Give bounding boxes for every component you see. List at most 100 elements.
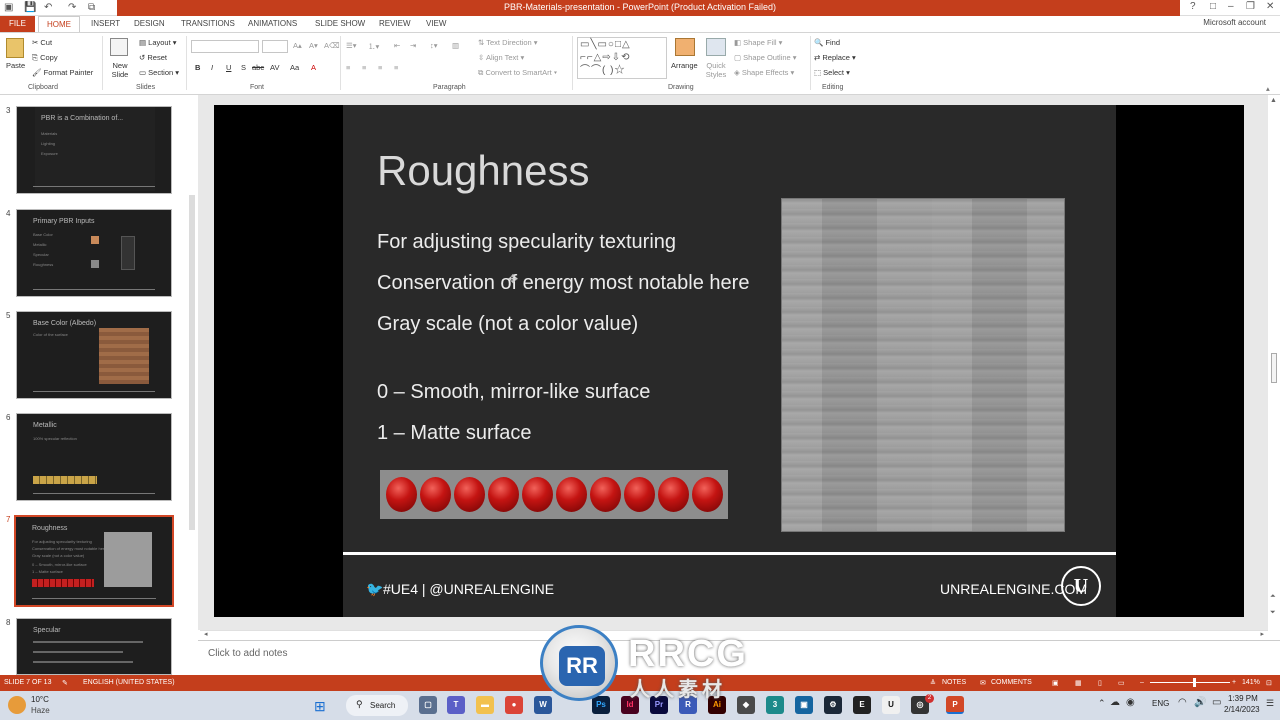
slide-sorter-icon[interactable]: ▦ <box>1075 679 1082 687</box>
numbering-icon[interactable]: ⒈▾ <box>368 41 379 52</box>
next-slide-icon[interactable]: ⏷ <box>1270 609 1276 617</box>
tab-home[interactable]: HOME <box>38 16 80 32</box>
slide-bullet[interactable]: For adjusting specularity texturing <box>377 231 676 254</box>
justify-icon[interactable]: ≡ <box>394 63 398 72</box>
normal-view-icon[interactable]: ▣ <box>1052 679 1059 687</box>
notifications-icon[interactable]: ☰ <box>1266 698 1274 709</box>
shape-effects-button[interactable]: ◈ Shape Effects ▾ <box>734 68 794 77</box>
current-slide[interactable]: Roughness For adjusting specularity text… <box>343 105 1116 617</box>
task-view-app-icon[interactable]: ▢ <box>419 696 437 714</box>
slideshow-view-icon[interactable]: ▭ <box>1118 679 1125 687</box>
clock-time[interactable]: 1:39 PM <box>1228 694 1258 703</box>
slide-thumbnail-6[interactable]: Metallic 100% specular reflection <box>16 413 172 501</box>
shape-fill-button[interactable]: ◧ Shape Fill ▾ <box>734 38 782 47</box>
find-button[interactable]: 🔍 Find <box>814 38 840 47</box>
slide-thumbnail-5[interactable]: Base Color (Albedo) Color of the surface <box>16 311 172 399</box>
battery-icon[interactable]: ▭ <box>1212 697 1221 708</box>
tab-insert[interactable]: INSERT <box>91 19 120 28</box>
shapes-gallery[interactable]: ▭╲▭○□△ ⌐⌐△⇨⇩⟲ ⌒⌒( )☆ <box>577 37 667 79</box>
slide-thumbnail-7[interactable]: Roughness For adjusting specularity text… <box>14 515 174 607</box>
notes-placeholder[interactable]: Click to add notes <box>208 648 288 659</box>
reading-view-icon[interactable]: ▯ <box>1098 679 1102 687</box>
show-hidden-icons-icon[interactable]: ⌃ <box>1098 698 1106 709</box>
windows-start-icon[interactable]: ⊞ <box>314 698 326 715</box>
font-color-button[interactable]: A <box>311 63 316 72</box>
copy-button[interactable]: ⎘ Copy <box>32 53 58 63</box>
teams-app-icon[interactable]: T <box>447 696 465 714</box>
reset-button[interactable]: ↺ Reset <box>139 53 167 62</box>
shadow-button[interactable]: S <box>241 63 246 72</box>
replace-button[interactable]: ⇄ Replace ▾ <box>814 53 856 62</box>
zoom-slider[interactable] <box>1150 682 1230 683</box>
input-language[interactable]: ENG <box>1152 699 1169 708</box>
notes-toggle-icon[interactable]: ≜ <box>930 679 936 687</box>
account-name[interactable]: Microsoft account <box>1203 18 1266 27</box>
zoom-in-icon[interactable]: + <box>1232 679 1236 686</box>
fit-slide-icon[interactable]: ⊡ <box>1266 679 1272 687</box>
decrease-indent-icon[interactable]: ⇤ <box>394 41 400 50</box>
slide-bullet[interactable]: 1 – Matte surface <box>377 422 532 445</box>
3ds-max-app-icon[interactable]: 3 <box>766 696 784 714</box>
undo-icon[interactable]: ↶ <box>44 2 52 13</box>
select-button[interactable]: ⬚ Select ▾ <box>814 68 850 77</box>
columns-icon[interactable]: ▥ <box>452 41 459 50</box>
align-left-icon[interactable]: ≡ <box>346 63 350 72</box>
char-spacing-button[interactable]: AV <box>270 63 279 72</box>
slide-thumbnail-4[interactable]: Primary PBR Inputs Base Color Metallic S… <box>16 209 172 297</box>
layout-button[interactable]: ▤ Layout ▾ <box>139 38 177 47</box>
slide-bullet[interactable]: 0 – Smooth, mirror-like surface <box>377 381 650 404</box>
weather-icon[interactable] <box>8 696 26 714</box>
scroll-up-icon[interactable]: ▲ <box>1270 97 1277 104</box>
font-name-input[interactable] <box>191 40 259 53</box>
zoom-out-icon[interactable]: – <box>1140 679 1144 686</box>
section-button[interactable]: ▭ Section ▾ <box>139 68 179 77</box>
close-icon[interactable]: ✕ <box>1266 1 1274 12</box>
quick-styles-icon[interactable] <box>706 38 726 56</box>
slide-bullet[interactable]: Gray scale (not a color value) <box>377 313 638 336</box>
align-center-icon[interactable]: ≡ <box>362 63 366 72</box>
weather-temp[interactable]: 10°C <box>31 695 49 704</box>
collapse-ribbon-icon[interactable]: ▴ <box>1266 84 1270 93</box>
align-text-button[interactable]: ⇳ Align Text ▾ <box>478 53 524 62</box>
ribbon-display-icon[interactable]: □ <box>1210 1 1216 12</box>
epic-games-app-icon[interactable]: E <box>853 696 871 714</box>
tab-slideshow[interactable]: SLIDE SHOW <box>315 19 365 28</box>
save-icon[interactable]: 💾 <box>24 2 36 13</box>
format-painter-button[interactable]: 🖌 Format Painter <box>32 68 93 77</box>
slide-title[interactable]: Roughness <box>377 147 589 195</box>
font-size-input[interactable] <box>262 40 288 53</box>
thumbnails-scrollbar[interactable] <box>188 100 196 670</box>
underline-button[interactable]: U <box>226 63 231 72</box>
redo-icon[interactable]: ↷ <box>68 2 76 13</box>
change-case-button[interactable]: Aa <box>290 63 299 72</box>
clock-date[interactable]: 2/14/2023 <box>1224 705 1260 714</box>
cut-button[interactable]: ✂ Cut <box>32 38 52 47</box>
comments-icon[interactable]: ✉ <box>980 679 986 687</box>
align-right-icon[interactable]: ≡ <box>378 63 382 72</box>
weather-desc[interactable]: Haze <box>31 706 50 715</box>
wifi-icon[interactable]: ◠ <box>1178 697 1187 708</box>
tray-app-icon[interactable]: ◉ <box>1126 697 1135 708</box>
scroll-left-icon[interactable]: ◂ <box>204 630 208 638</box>
bullets-icon[interactable]: ☰▾ <box>346 41 357 50</box>
slide-vertical-scrollbar[interactable]: ▲ ⏶ ⏷ <box>1268 95 1280 630</box>
taskbar-search[interactable]: ⚲ Search <box>346 695 408 716</box>
text-direction-button[interactable]: ⇅ Text Direction ▾ <box>478 38 538 47</box>
unreal-app-icon[interactable]: U <box>882 696 900 714</box>
powerpoint-icon[interactable]: ▣ <box>4 2 13 13</box>
roughness-texture-image[interactable] <box>781 198 1065 532</box>
scroll-right-icon[interactable]: ▸ <box>1260 630 1264 638</box>
tab-file[interactable]: FILE <box>0 16 35 32</box>
new-slide-icon[interactable] <box>110 38 128 56</box>
onedrive-icon[interactable]: ☁ <box>1110 697 1120 708</box>
paste-button[interactable]: Paste <box>6 61 25 70</box>
tab-view[interactable]: VIEW <box>426 19 446 28</box>
new-slide-button[interactable]: New Slide <box>108 61 132 79</box>
slide-scroll-thumb[interactable] <box>1271 353 1277 383</box>
grow-font-icon[interactable]: A▴ <box>293 41 302 50</box>
tab-review[interactable]: REVIEW <box>379 19 411 28</box>
tab-transitions[interactable]: TRANSITIONS <box>181 19 235 28</box>
minimize-icon[interactable]: – <box>1228 1 1234 12</box>
file-explorer-app-icon[interactable]: ▬ <box>476 696 494 714</box>
help-icon[interactable]: ? <box>1190 1 1196 12</box>
